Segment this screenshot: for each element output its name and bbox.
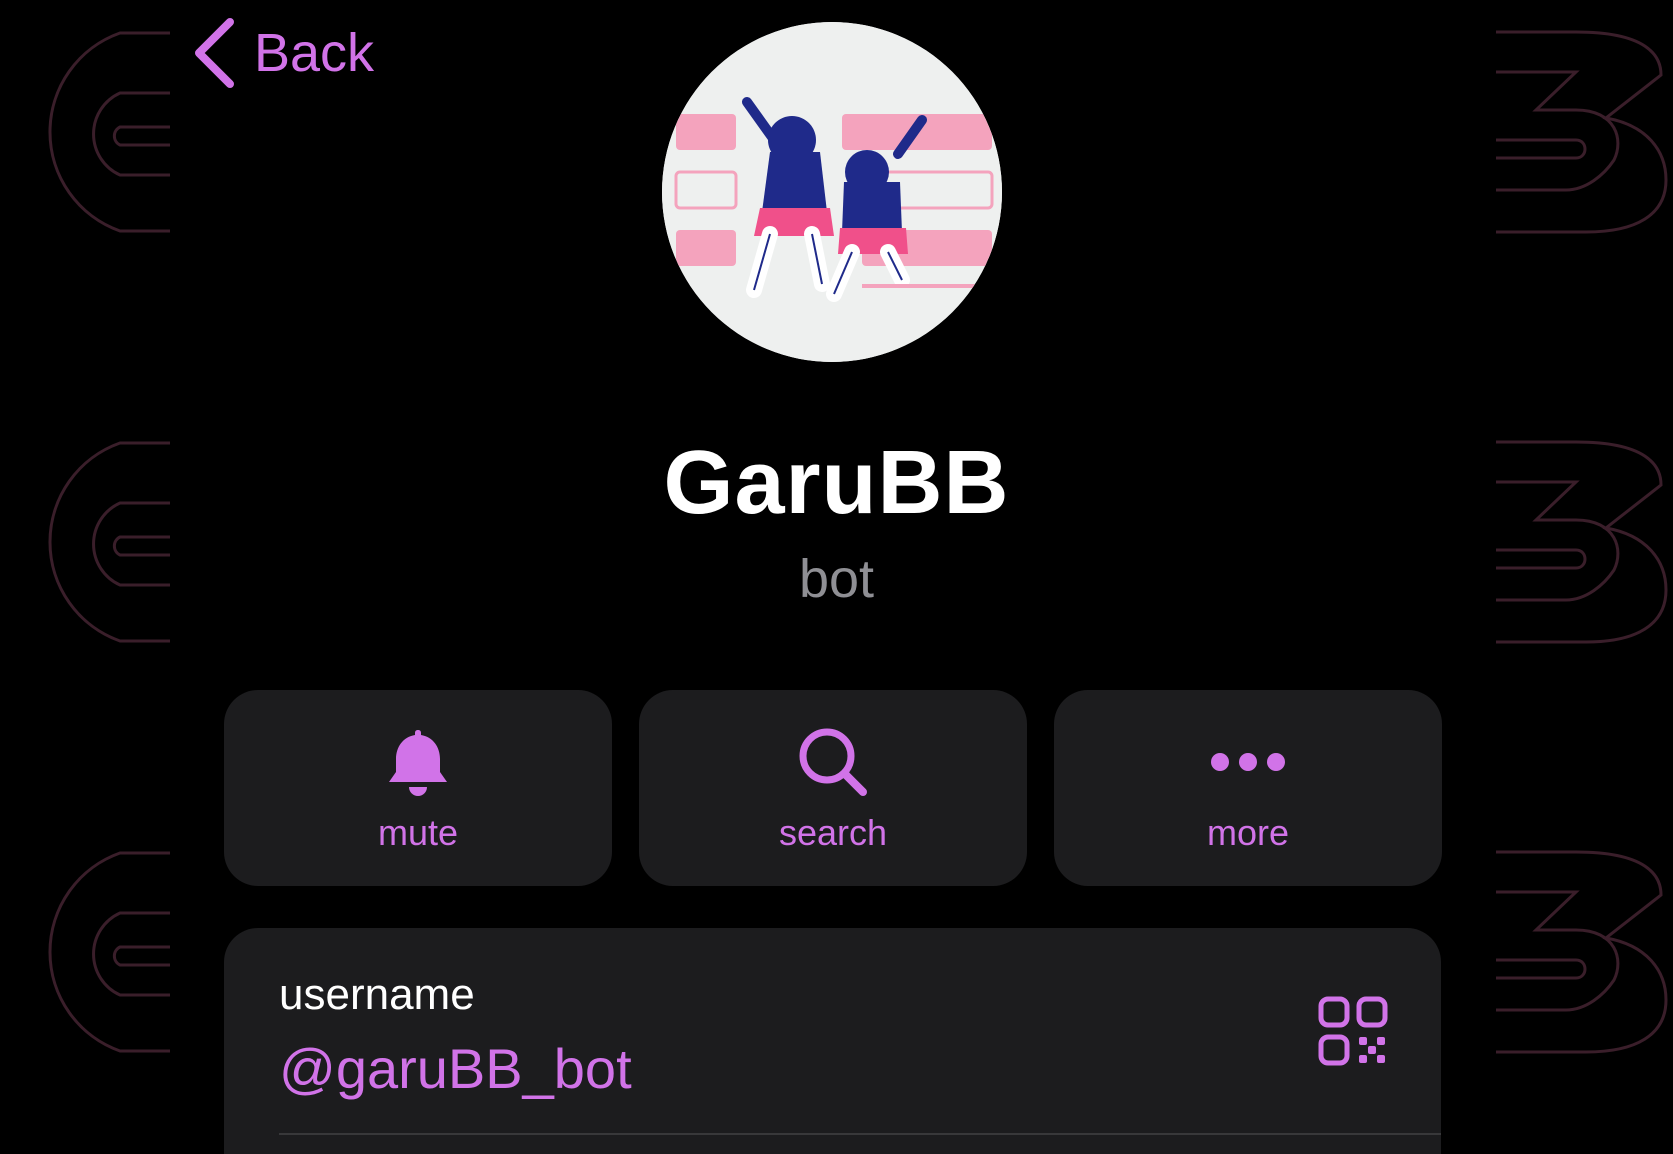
info-card: username @garuBB_bot (224, 928, 1441, 1154)
avatar[interactable] (662, 22, 1002, 362)
back-label: Back (254, 23, 375, 83)
profile-name: GaruBB (663, 433, 1010, 533)
more-button[interactable]: more (1054, 690, 1442, 886)
search-label: search (778, 812, 888, 853)
divider (279, 1133, 1441, 1135)
back-button[interactable]: Back (192, 16, 374, 90)
search-icon (799, 728, 867, 796)
more-dots-icon (1211, 753, 1285, 771)
profile-subtitle: bot (798, 549, 875, 609)
chevron-left-icon (192, 17, 236, 89)
username-value[interactable]: @garuBB_bot (279, 1036, 632, 1101)
search-button[interactable]: search (639, 690, 1027, 886)
username-label: username (279, 970, 475, 1019)
qr-code-icon[interactable] (1318, 996, 1388, 1066)
bell-icon (389, 730, 447, 796)
avatar-illustration (662, 22, 1002, 362)
action-buttons: mute search more (224, 690, 1442, 886)
mute-label: mute (377, 812, 459, 853)
mute-button[interactable]: mute (224, 690, 612, 886)
more-label: more (1206, 812, 1290, 853)
profile-screen: Back GaruBB bot mute search more usernam… (0, 0, 1673, 1154)
